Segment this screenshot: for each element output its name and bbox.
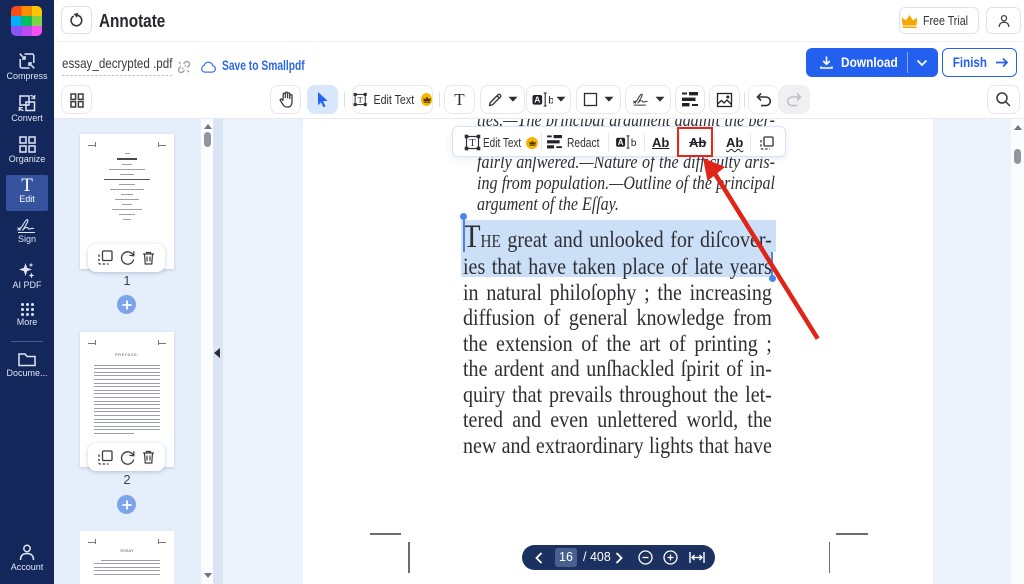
- svg-text:b: b: [548, 95, 553, 107]
- svg-text:b: b: [631, 138, 636, 149]
- svg-text:A: A: [618, 138, 624, 147]
- svg-text:T: T: [357, 94, 363, 104]
- svg-text:A: A: [534, 95, 540, 105]
- svg-text:T: T: [469, 138, 476, 149]
